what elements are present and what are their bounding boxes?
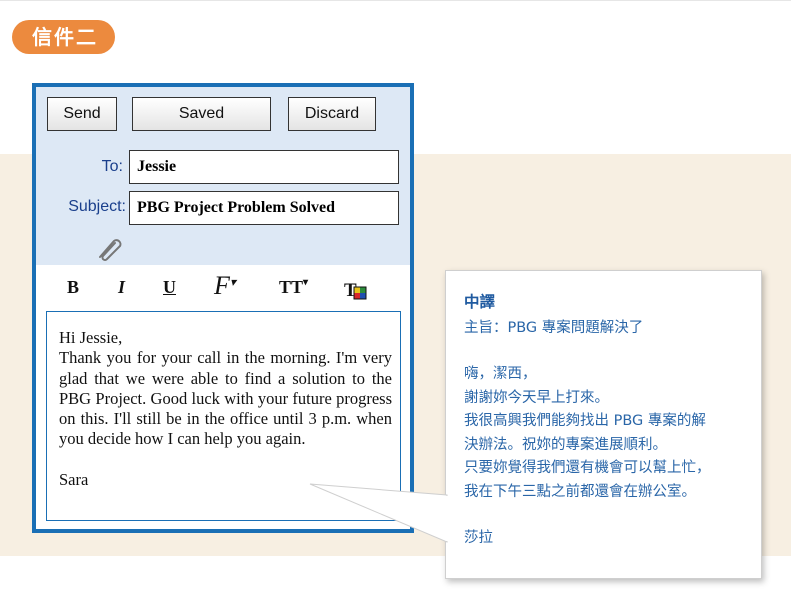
callout-pointer (309, 483, 449, 543)
